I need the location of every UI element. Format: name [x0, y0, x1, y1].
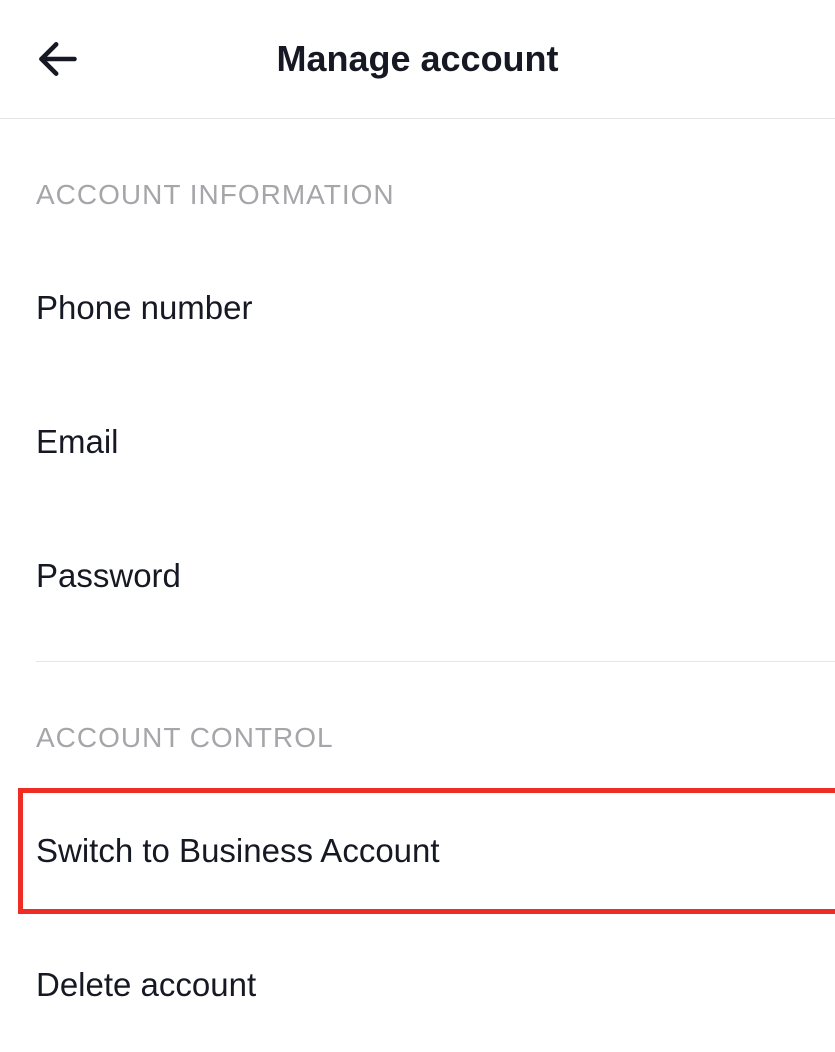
page-title: Manage account — [36, 38, 799, 80]
menu-item-phone-number[interactable]: Phone number — [36, 241, 799, 375]
section-divider — [36, 661, 835, 662]
arrow-left-icon — [36, 37, 80, 81]
section-account-information: ACCOUNT INFORMATION Phone number Email P… — [0, 179, 835, 643]
menu-item-email[interactable]: Email — [36, 375, 799, 509]
menu-item-password[interactable]: Password — [36, 509, 799, 643]
page-header: Manage account — [0, 0, 835, 119]
menu-item-switch-business[interactable]: Switch to Business Account — [36, 784, 799, 918]
section-header-account-information: ACCOUNT INFORMATION — [36, 179, 799, 211]
section-header-account-control: ACCOUNT CONTROL — [36, 722, 799, 754]
menu-item-delete-account[interactable]: Delete account — [36, 918, 799, 1052]
back-button[interactable] — [36, 37, 80, 81]
section-account-control: ACCOUNT CONTROL Switch to Business Accou… — [0, 722, 835, 1052]
